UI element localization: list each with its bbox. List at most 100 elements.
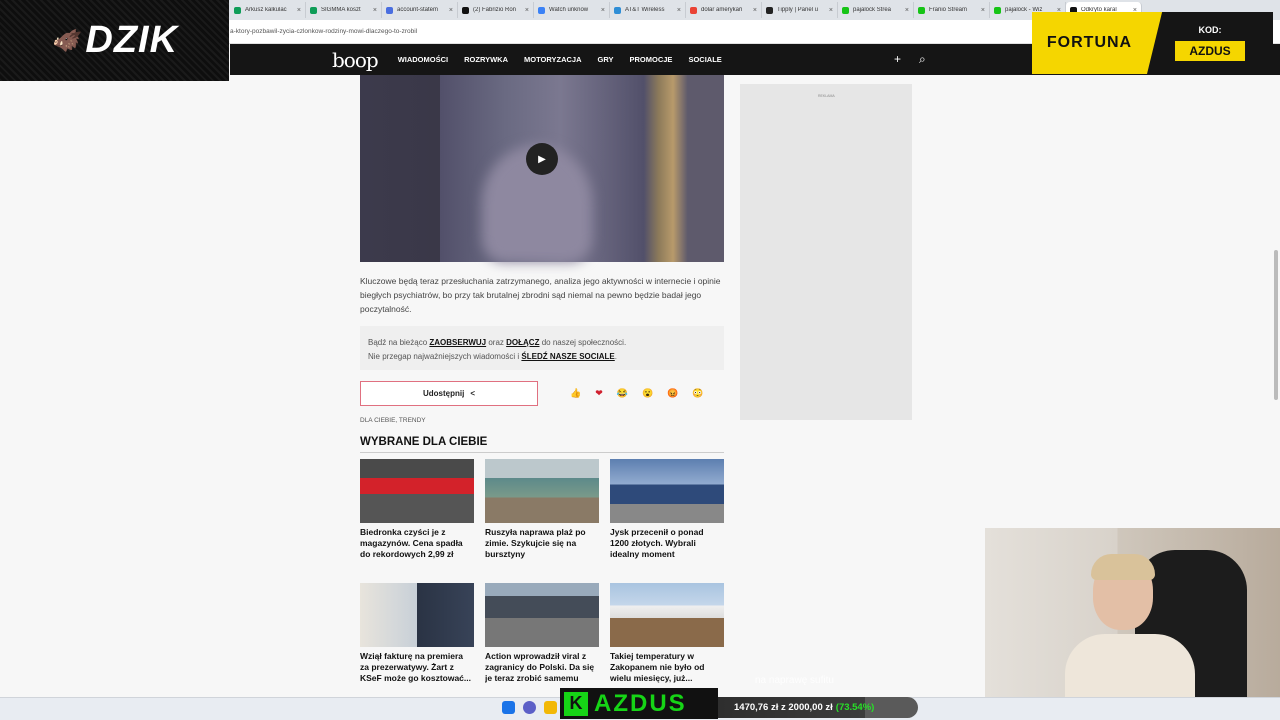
tab-label: Tipply | Panel u [777, 7, 819, 13]
promo-code-label: KOD: [1198, 25, 1222, 35]
follow-link[interactable]: ZAOBSERWUJ [429, 338, 486, 347]
card-image[interactable] [360, 583, 474, 647]
card-title[interactable]: Action wprowadził viral z zagranicy do P… [485, 651, 599, 689]
file-explorer-icon[interactable] [544, 701, 557, 714]
kazdus-k-logo: K [564, 691, 588, 716]
card-image[interactable] [360, 459, 474, 523]
nav-item-rozrywka[interactable]: ROZRYWKA [464, 55, 508, 64]
browser-tab[interactable]: SIGMMA koszt × [306, 2, 382, 18]
tab-close-icon[interactable]: × [981, 7, 985, 14]
tab-close-icon[interactable]: × [601, 7, 605, 14]
social-link[interactable]: ŚLEDŹ NASZE SOCIALE [521, 352, 614, 361]
search-icon[interactable]: ⌕ [919, 52, 926, 67]
kazdus-word: AZDUS [594, 689, 687, 717]
browser-tab[interactable]: dolar amerykań × [686, 2, 762, 18]
tab-label: account-statem [397, 7, 439, 13]
nav-item-motoryzacja[interactable]: MOTORYZACJA [524, 55, 582, 64]
tab-close-icon[interactable]: × [905, 7, 909, 14]
browser-tab[interactable]: account-statem × [382, 2, 458, 18]
browser-tab[interactable]: AT&T Wireless × [610, 2, 686, 18]
browser-tab[interactable]: Tipply | Panel u × [762, 2, 838, 18]
site-logo[interactable]: boop [332, 48, 379, 72]
nav-item-promocje[interactable]: PROMOCJE [630, 55, 673, 64]
tab-favicon-icon [234, 6, 241, 14]
share-icon: < [470, 389, 475, 398]
goal-amount: 1470,76 zł z 2000,00 zł [734, 702, 833, 713]
info-text: oraz [486, 338, 507, 347]
card-image[interactable] [610, 459, 724, 523]
recommended-card[interactable]: Wziął fakturę na premiera za prezerwatyw… [360, 583, 474, 689]
reaction-shocked-icon[interactable]: 😳 [692, 388, 703, 399]
donation-goal-bar: 1470,76 zł z 2000,00 zł (73.54%) [718, 697, 918, 718]
plus-icon[interactable]: + [894, 52, 901, 67]
tab-label: Franio Stream [929, 7, 968, 13]
recommended-card[interactable]: Ruszyła naprawa plaż po zimie. Szykujcie… [485, 459, 599, 565]
info-text: Bądź na bieżąco [368, 338, 430, 347]
browser-tab[interactable]: (2) Fabrizio Ron × [458, 2, 534, 18]
streamer-hair [1091, 554, 1155, 580]
recommended-card[interactable]: Action wprowadził viral z zagranicy do P… [485, 583, 599, 689]
reaction-heart-icon[interactable]: ❤ [595, 388, 603, 399]
nav-item-gry[interactable]: GRY [598, 55, 614, 64]
info-text: Nie przegap najważniejszych wiadomości i [368, 352, 522, 361]
browser-tab[interactable]: Franio Stream × [914, 2, 990, 18]
recommended-card[interactable]: Jysk przecenił o ponad 1200 złotych. Wyb… [610, 459, 724, 565]
promo-code-box: KOD: AZDUS [1147, 12, 1273, 74]
reaction-laugh-icon[interactable]: 😂 [617, 388, 628, 399]
dzik-brand-text: DZIK [85, 19, 179, 61]
card-image[interactable] [485, 459, 599, 523]
play-icon[interactable]: ▶ [526, 143, 558, 175]
tab-close-icon[interactable]: × [829, 7, 833, 14]
reaction-angry-icon[interactable]: 😡 [667, 388, 678, 399]
nav-item-wiadomosci[interactable]: WIADOMOŚCI [398, 55, 448, 64]
card-title[interactable]: Biedronka czyści je z magazynów. Cena sp… [360, 527, 474, 565]
tab-favicon-icon [918, 6, 925, 14]
promo-code-value: AZDUS [1175, 41, 1245, 61]
taskbar-icons [502, 701, 557, 714]
tab-label: dolar amerykań [701, 7, 743, 13]
tab-favicon-icon [310, 6, 317, 14]
tab-favicon-icon [994, 6, 1001, 14]
sidebar-ad[interactable]: REKLAMA [740, 84, 912, 420]
chat-app-icon[interactable] [523, 701, 536, 714]
streamer [1065, 554, 1195, 720]
tab-close-icon[interactable]: × [297, 7, 301, 14]
tab-close-icon[interactable]: × [449, 7, 453, 14]
goal-percent: (73.54%) [835, 702, 875, 713]
ad-label: REKLAMA [818, 94, 835, 98]
tab-label: pajalock Strea [853, 7, 892, 13]
webcam-overlay [985, 528, 1280, 720]
video-player[interactable]: ▶ [360, 75, 724, 262]
card-image[interactable] [610, 583, 724, 647]
tab-close-icon[interactable]: × [373, 7, 377, 14]
fortuna-promo-overlay: FORTUNA KOD: AZDUS [1032, 12, 1273, 74]
follow-info-line-1: Bądź na bieżąco ZAOBSERWUJ oraz DOŁĄCZ d… [368, 336, 716, 350]
browser-tab[interactable]: Watch unknow × [534, 2, 610, 18]
page-scrollbar[interactable] [1274, 250, 1278, 400]
tab-close-icon[interactable]: × [753, 7, 757, 14]
share-button[interactable]: Udostępnij < [360, 381, 538, 406]
browser-tab[interactable]: Arkusz kalkulac × [230, 2, 306, 18]
tab-close-icon[interactable]: × [525, 7, 529, 14]
reaction-wow-icon[interactable]: 😮 [642, 388, 653, 399]
tab-favicon-icon [538, 6, 545, 14]
nav-item-sociale[interactable]: SOCIALE [688, 55, 721, 64]
tab-close-icon[interactable]: × [677, 7, 681, 14]
card-title[interactable]: Ruszyła naprawa plaż po zimie. Szykujcie… [485, 527, 599, 565]
recommended-card[interactable]: Takiej temperatury w Zakopanem nie było … [610, 583, 724, 689]
card-title[interactable]: Jysk przecenił o ponad 1200 złotych. Wyb… [610, 527, 724, 565]
article-paragraph: Kluczowe będą teraz przesłuchania zatrzy… [360, 276, 721, 314]
reaction-like-icon[interactable]: 👍 [570, 388, 581, 399]
recommended-card[interactable]: Biedronka czyści je z magazynów. Cena sp… [360, 459, 474, 565]
card-title[interactable]: Wziął fakturę na premiera za prezerwatyw… [360, 651, 474, 689]
join-link[interactable]: DOŁĄCZ [506, 338, 539, 347]
windows-start-icon[interactable] [502, 701, 515, 714]
browser-tab[interactable]: pajalock Strea × [838, 2, 914, 18]
tab-favicon-icon [462, 6, 469, 14]
site-nav-menu: WIADOMOŚCI ROZRYWKA MOTORYZACJA GRY PROM… [398, 55, 722, 64]
info-text: do naszej społeczności. [539, 338, 627, 347]
follow-info-line-2: Nie przegap najważniejszych wiadomości i… [368, 350, 716, 364]
card-image[interactable] [485, 583, 599, 647]
card-title[interactable]: Takiej temperatury w Zakopanem nie było … [610, 651, 724, 689]
article-tags[interactable]: DLA CIEBIE, TRENDY [360, 417, 426, 424]
